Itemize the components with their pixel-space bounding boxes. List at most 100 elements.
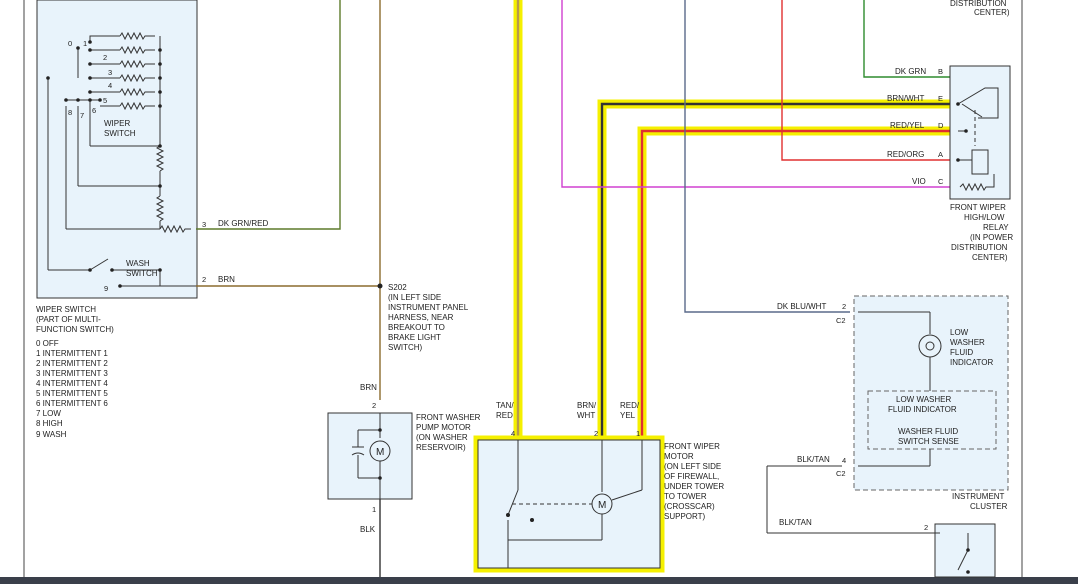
wiper-motor-desc-6: TO TOWER [664,492,707,501]
wire-label-blk-tan: BLK/TAN [797,455,830,464]
splice-id: S202 [388,283,407,292]
wiring-diagram: 0 1 2 3 4 5 8 7 6 9 WIPER SWITCH WASH SW… [0,0,1078,584]
relay-pin-d: D [938,121,944,130]
wiper-motor-symbol: M [598,500,606,511]
contact-4: 4 [108,81,112,90]
wiper-switch-caption-3: FUNCTION SWITCH) [36,325,114,334]
front-washer-pump-motor: M 2 1 FRONT WASHER PUMP MOTOR (ON WASHER… [327,401,481,514]
contact-5: 5 [103,96,107,105]
contact-3: 3 [108,68,112,77]
instrument-cluster: 2 C2 4 C2 LOW WASHER FLUID INDICATOR LOW… [766,295,1009,534]
relay-wire-vio: VIO [912,177,926,186]
splice-desc-4: BREAKOUT TO [388,323,445,332]
washer-motor-desc-1: FRONT WASHER [416,413,481,422]
wire-label-brn-vertical: BRN [360,383,377,392]
wash-switch-label-1: WASH [126,259,150,268]
wiper-switch-inner-label-2: SWITCH [104,129,136,138]
position-5: 5 INTERMITTENT 5 [36,389,108,398]
wiper-switch-inner-label-1: WIPER [104,119,130,128]
wire-blk: BLK [360,499,381,577]
wiper-motor-desc-4: OF FIREWALL, [664,472,719,481]
wire-dk-blu-wht [684,0,850,313]
wiper-motor-desc-3: (ON LEFT SIDE [664,462,721,471]
wiper-motor-desc-1: FRONT WIPER [664,442,720,451]
washer-motor-desc-3: (ON WASHER [416,433,468,442]
relay-desc-3: RELAY [983,223,1009,232]
indicator-label-3: FLUID [950,348,973,357]
splice-s202: S202 (IN LEFT SIDE INSTRUMENT PANEL HARN… [388,283,469,352]
wiper-switch-pin-3: 3 [202,220,206,229]
splice-dot [377,283,383,289]
position-3: 3 INTERMITTENT 3 [36,369,108,378]
wiper-switch: 0 1 2 3 4 5 8 7 6 9 WIPER SWITCH WASH SW… [36,0,206,439]
wire-label-brn-wht-1: BRN/ [577,401,597,410]
relay-desc-2: HIGH/LOW [964,213,1005,222]
relay-desc-4: (IN POWER [970,233,1013,242]
washer-motor-symbol: M [376,447,384,458]
relay-pin-b: B [938,67,943,76]
wiper-motor-pin-4: 4 [511,429,515,438]
splice-desc-3: HARNESS, NEAR [388,313,454,322]
wire-label-red-yel-2: YEL [620,411,636,420]
position-2: 2 INTERMITTENT 2 [36,359,108,368]
relay-wire-red-org: RED/ORG [887,150,924,159]
indicator-label-4: INDICATOR [950,358,993,367]
contact-0: 0 [68,39,72,48]
washer-motor-desc-2: PUMP MOTOR [416,423,471,432]
front-wiper-motor: M 4 2 1 FRONT WIPER MOTOR (ON LEFT SIDE … [473,429,724,573]
wiper-switch-caption-2: (PART OF MULTI- [36,315,101,324]
indicator-label-2: WASHER [950,338,985,347]
wiper-motor-desc-5: UNDER TOWER [664,482,724,491]
relay-wire-dk-grn: DK GRN [895,67,926,76]
relay-desc-5: DISTRIBUTION [951,243,1008,252]
relay-wire-brn-wht: BRN/WHT [887,94,924,103]
inner-box-line-5: SWITCH SENSE [898,437,959,446]
wash-switch-label-2: SWITCH [126,269,158,278]
wire-dk-grn-red: DK GRN/RED [196,0,341,230]
washer-motor-pin-1: 1 [372,505,376,514]
position-4: 4 INTERMITTENT 4 [36,379,108,388]
position-1: 1 INTERMITTENT 1 [36,349,108,358]
cluster-pin-4: 4 [842,456,846,465]
position-0: 0 OFF [36,339,59,348]
wire-dk-grn [863,0,950,78]
inner-box-line-4: WASHER FLUID [898,427,958,436]
wiper-motor-desc-2: MOTOR [664,452,694,461]
wiper-switch-pin-2: 2 [202,275,206,284]
wiper-motor-desc-8: SUPPORT) [664,512,706,521]
cluster-pin-2: 2 [842,302,846,311]
washer-motor-pin-2: 2 [372,401,376,410]
position-legend: 0 OFF 1 INTERMITTENT 1 2 INTERMITTENT 2 … [36,339,108,439]
bottom-right-switch: 2 [924,523,996,578]
contact-6: 6 [92,106,96,115]
splice-desc-6: SWITCH) [388,343,423,352]
wiper-motor-pin-1: 1 [636,429,640,438]
wire-label-dk-blu-wht: DK BLU/WHT [777,302,826,311]
splice-desc-5: BRAKE LIGHT [388,333,441,342]
wiper-switch-caption-1: WIPER SWITCH [36,305,96,314]
contact-1: 1 [83,39,87,48]
wire-label-red-yel-1: RED/ [620,401,640,410]
position-9: 9 WASH [36,430,67,439]
contact-7: 7 [80,111,84,120]
bottom-scrollbar[interactable] [0,577,1078,584]
position-6: 6 INTERMITTENT 6 [36,399,108,408]
wire-tan-red: TAN/ RED [496,0,523,440]
position-8: 8 HIGH [36,419,63,428]
splice-desc-1: (IN LEFT SIDE [388,293,441,302]
wire-label-tan-red-1: TAN/ [496,401,514,410]
cluster-conn-c2-bottom: C2 [836,469,846,478]
relay-wire-red-yel: RED/YEL [890,121,925,130]
washer-motor-desc-4: RESERVOIR) [416,443,466,452]
relay-pin-c: C [938,177,944,186]
relay-top-caption-2: CENTER) [974,8,1010,17]
inner-box-line-2: FLUID INDICATOR [888,405,957,414]
wire-label-brn: BRN [218,275,235,284]
contact-8: 8 [68,108,72,117]
wire-red-org [781,0,950,161]
cluster-desc-1: INSTRUMENT [952,492,1005,501]
indicator-label-1: LOW [950,328,969,337]
wire-label-dk-grn-red: DK GRN/RED [218,219,268,228]
wire-label-blk-tan-2: BLK/TAN [779,518,812,527]
cluster-desc-2: CLUSTER [970,502,1008,511]
